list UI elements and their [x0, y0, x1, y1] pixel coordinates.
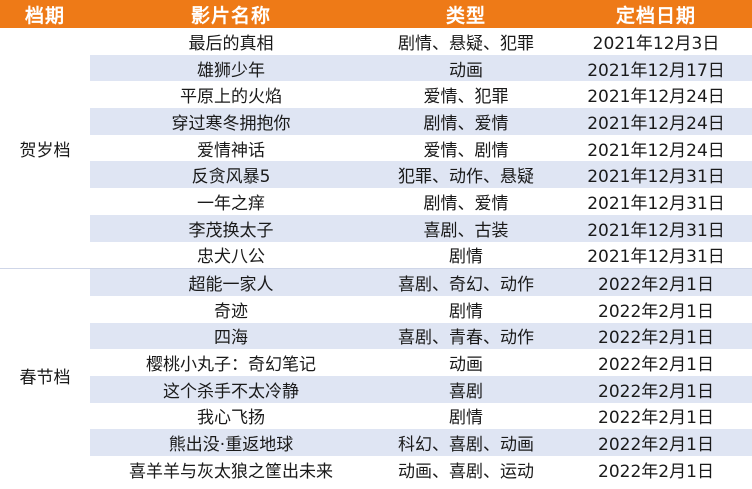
- table-body: 贺岁档 最后的真相 剧情、悬疑、犯罪 2021年12月3日 雄狮少年 动画 2021年12月…: [0, 28, 752, 483]
- header-release-date: 定档日期: [560, 0, 752, 28]
- header-genre: 类型: [372, 0, 560, 28]
- header-film-title: 影片名称: [90, 0, 372, 28]
- film-title-cell: 平原上的火焰: [90, 81, 372, 109]
- release-date-cell: 2021年12月31日: [560, 161, 752, 189]
- release-date-cell: 2021年12月3日: [560, 28, 752, 55]
- genre-cell: 动画: [372, 349, 560, 376]
- table-row: 喜羊羊与灰太狼之筐出未来 动画、喜剧、运动 2022年2月1日: [0, 456, 752, 483]
- table-row: 熊出没·重返地球 科幻、喜剧、动画 2022年2月1日: [0, 429, 752, 456]
- film-title-cell: 我心飞扬: [90, 402, 372, 430]
- table-row: 我心飞扬 剧情 2022年2月1日: [0, 402, 752, 430]
- table-row: 平原上的火焰 爱情、犯罪 2021年12月24日: [0, 81, 752, 109]
- release-date-cell: 2022年2月1日: [560, 375, 752, 403]
- film-title-cell: 一年之痒: [90, 188, 372, 215]
- film-schedule-table: 档期 影片名称 类型 定档日期 贺岁档 最后的真相 剧情、悬疑、犯罪 2021年12月…: [0, 0, 752, 483]
- release-date-cell: 2022年2月1日: [560, 268, 752, 296]
- genre-cell: 科幻、喜剧、动画: [372, 429, 560, 456]
- film-title-cell: 爱情神话: [90, 134, 372, 162]
- release-date-cell: 2021年12月31日: [560, 188, 752, 215]
- genre-cell: 剧情、爱情: [372, 108, 560, 135]
- release-date-cell: 2021年12月24日: [560, 108, 752, 135]
- genre-cell: 剧情: [372, 402, 560, 430]
- genre-cell: 剧情、爱情: [372, 188, 560, 215]
- release-date-cell: 2022年2月1日: [560, 295, 752, 323]
- release-date-cell: 2022年2月1日: [560, 349, 752, 376]
- period-cell: 贺岁档: [0, 28, 90, 269]
- table-row: 雄狮少年 动画 2021年12月17日: [0, 54, 752, 82]
- genre-cell: 喜剧、青春、动作: [372, 322, 560, 350]
- table-row: 李茂换太子 喜剧、古装 2021年12月31日: [0, 214, 752, 242]
- genre-cell: 剧情: [372, 241, 560, 269]
- header-period: 档期: [0, 0, 90, 28]
- table-row: 四海 喜剧、青春、动作 2022年2月1日: [0, 322, 752, 350]
- film-title-cell: 李茂换太子: [90, 214, 372, 242]
- table-row: 穿过寒冬拥抱你 剧情、爱情 2021年12月24日: [0, 108, 752, 135]
- release-date-cell: 2022年2月1日: [560, 456, 752, 483]
- period-cell: 春节档: [0, 268, 90, 483]
- genre-cell: 剧情: [372, 295, 560, 323]
- release-date-cell: 2021年12月31日: [560, 241, 752, 269]
- film-title-cell: 反贪风暴5: [90, 161, 372, 189]
- release-date-cell: 2021年12月31日: [560, 214, 752, 242]
- genre-cell: 喜剧、奇幻、动作: [372, 268, 560, 296]
- table-row: 贺岁档 最后的真相 剧情、悬疑、犯罪 2021年12月3日: [0, 28, 752, 269]
- film-title-cell: 奇迹: [90, 295, 372, 323]
- release-date-cell: 2021年12月24日: [560, 134, 752, 162]
- release-date-cell: 2021年12月17日: [560, 54, 752, 82]
- table-row: 一年之痒 剧情、爱情 2021年12月31日: [0, 188, 752, 215]
- film-title-cell: 樱桃小丸子：奇幻笔记: [90, 349, 372, 376]
- table-row: 忠犬八公 剧情 2021年12月31日: [0, 241, 752, 269]
- film-title-cell: 这个杀手不太冷静: [90, 375, 372, 403]
- film-title-cell: 喜羊羊与灰太狼之筐出未来: [90, 456, 372, 483]
- genre-cell: 犯罪、动作、悬疑: [372, 161, 560, 189]
- genre-cell: 爱情、剧情: [372, 134, 560, 162]
- release-date-cell: 2022年2月1日: [560, 402, 752, 430]
- table-row: 这个杀手不太冷静 喜剧 2022年2月1日: [0, 375, 752, 403]
- table-row: 樱桃小丸子：奇幻笔记 动画 2022年2月1日: [0, 349, 752, 376]
- table-row: 奇迹 剧情 2022年2月1日: [0, 295, 752, 323]
- film-title-cell: 穿过寒冬拥抱你: [90, 108, 372, 135]
- release-date-cell: 2021年12月24日: [560, 81, 752, 109]
- film-title-cell: 熊出没·重返地球: [90, 429, 372, 456]
- film-title-cell: 最后的真相: [90, 28, 372, 55]
- genre-cell: 喜剧、古装: [372, 214, 560, 242]
- film-title-cell: 雄狮少年: [90, 54, 372, 82]
- table-header: 档期 影片名称 类型 定档日期: [0, 0, 752, 28]
- table-row: 反贪风暴5 犯罪、动作、悬疑 2021年12月31日: [0, 161, 752, 189]
- genre-cell: 剧情、悬疑、犯罪: [372, 28, 560, 55]
- film-title-cell: 忠犬八公: [90, 241, 372, 269]
- genre-cell: 喜剧: [372, 375, 560, 403]
- genre-cell: 爱情、犯罪: [372, 81, 560, 109]
- film-title-cell: 超能一家人: [90, 268, 372, 296]
- genre-cell: 动画: [372, 54, 560, 82]
- release-date-cell: 2022年2月1日: [560, 429, 752, 456]
- film-title-cell: 四海: [90, 322, 372, 350]
- release-date-cell: 2022年2月1日: [560, 322, 752, 350]
- header-row: 档期 影片名称 类型 定档日期: [0, 0, 752, 28]
- table-row: 春节档 超能一家人 喜剧、奇幻、动作 2022年2月1日: [0, 268, 752, 483]
- table-row: 爱情神话 爱情、剧情 2021年12月24日: [0, 134, 752, 162]
- genre-cell: 动画、喜剧、运动: [372, 456, 560, 483]
